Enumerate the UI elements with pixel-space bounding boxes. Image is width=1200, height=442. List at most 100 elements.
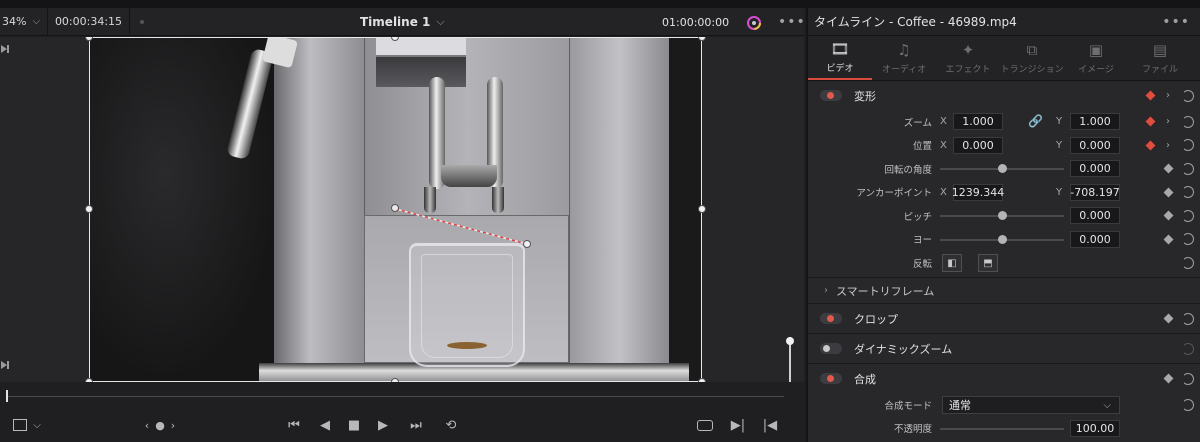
chevron-right-icon: › (170, 418, 176, 432)
reset-icon[interactable] (1182, 186, 1194, 198)
reset-icon[interactable] (1182, 312, 1194, 325)
tab-label: ファイル (1141, 65, 1178, 75)
flip-vertical-icon[interactable]: ⬒ (978, 254, 998, 272)
tab-file[interactable]: ▤ ファイル (1128, 36, 1192, 80)
chevron-down-icon: ⌵ (436, 15, 445, 28)
transition-icon: ⧉ (1026, 41, 1038, 59)
viewer-options-icon[interactable]: ••• (778, 8, 806, 36)
anchor-point-line (395, 208, 528, 245)
tab-video[interactable]: 🎞 ビデオ (808, 36, 872, 80)
chevron-down-icon: ⌵ (1103, 399, 1111, 411)
rotation-slider-knob[interactable] (997, 164, 1007, 173)
reset-icon[interactable] (1182, 209, 1194, 222)
keyframe-diamond-icon[interactable] (1145, 140, 1156, 150)
last-frame-icon[interactable]: |◀ (762, 416, 778, 434)
link-icon[interactable]: 🔗 (1028, 114, 1043, 128)
chevron-right-icon[interactable]: › (1164, 116, 1172, 127)
edit-point-nav[interactable]: ‹ ● › (140, 416, 180, 434)
tab-audio[interactable]: ♫ オーディオ (872, 36, 936, 80)
keyframe-diamond-icon[interactable] (1163, 313, 1174, 324)
dynamic-zoom-toggle[interactable] (820, 343, 842, 354)
yaw-slider-knob[interactable] (997, 234, 1007, 244)
opacity-slider[interactable] (940, 427, 1064, 430)
magic-wand-icon: ✦ (961, 41, 975, 59)
go-to-start-icon[interactable]: ⏮ (284, 416, 304, 434)
audio-level-handle[interactable] (786, 337, 794, 345)
zoom-dropdown[interactable]: 34% ⌵ (0, 7, 48, 36)
timeline-dropdown[interactable]: Timeline 1 ⌵ (360, 8, 445, 36)
film-icon: 🎞 (830, 40, 850, 58)
inspector-options-icon[interactable]: ••• (1162, 8, 1190, 36)
keyframe-diamond-icon[interactable] (1163, 210, 1174, 221)
dynamic-zoom-header[interactable]: ダイナミックズーム (808, 334, 1200, 363)
next-clip-icon[interactable]: ▶| (730, 416, 746, 434)
timeline-name: Timeline 1 (360, 15, 431, 29)
inspector-title: タイムライン - Coffee - 46989.mp4 (814, 15, 1017, 29)
keyframe-diamond-icon[interactable] (1163, 234, 1174, 244)
position-y-field[interactable]: 0.000 (1070, 136, 1120, 154)
reset-icon[interactable] (1182, 89, 1194, 102)
axis-label: X (940, 139, 947, 151)
reset-icon[interactable] (1182, 162, 1194, 175)
keyframe-diamond-icon[interactable] (1145, 116, 1156, 127)
match-frame-icon[interactable] (694, 416, 716, 434)
reset-icon[interactable] (1182, 139, 1194, 151)
zoom-x-field[interactable]: 1.000 (953, 113, 1003, 130)
yaw-row: ヨー 0.000 (808, 228, 1200, 252)
yaw-field[interactable]: 0.000 (1070, 230, 1120, 248)
tab-transition[interactable]: ⧉ トランジション (1000, 36, 1064, 80)
anchor-y-field[interactable]: -708.197 (1070, 183, 1120, 201)
pitch-row: ピッチ 0.000 (808, 204, 1200, 228)
reset-icon[interactable] (1182, 342, 1194, 355)
opacity-field[interactable]: 100.00 (1070, 419, 1120, 437)
tab-label: オーディオ (881, 65, 927, 75)
anchor-point-handle[interactable] (391, 204, 399, 212)
playhead[interactable] (6, 390, 8, 402)
loop-icon[interactable]: ⟲ (440, 416, 462, 434)
crop-header[interactable]: クロップ (808, 304, 1200, 333)
scrub-track[interactable] (8, 396, 784, 397)
chevron-right-icon[interactable]: › (1164, 140, 1172, 151)
zoom-value: 34% (2, 15, 27, 28)
pitch-slider-knob[interactable] (997, 211, 1007, 220)
tab-effects[interactable]: ✦ エフェクト (936, 36, 1000, 80)
scrubber[interactable] (0, 382, 804, 408)
transform-header[interactable]: 変形 › (808, 81, 1200, 110)
tab-label: トランジション (1000, 65, 1064, 75)
reset-icon[interactable] (1182, 398, 1194, 411)
pitch-field[interactable]: 0.000 (1070, 207, 1120, 224)
reset-icon[interactable] (1182, 256, 1194, 269)
keyframe-diamond-icon[interactable] (1163, 163, 1174, 174)
play-reverse-icon[interactable]: ◀ (318, 416, 332, 434)
music-note-icon: ♫ (897, 41, 911, 59)
rotation-field[interactable]: 0.000 (1070, 160, 1120, 177)
tab-image[interactable]: ▣ イメージ (1064, 36, 1128, 80)
stop-icon[interactable]: ■ (346, 416, 362, 434)
composite-header[interactable]: 合成 (808, 364, 1200, 393)
axis-label: Y (1056, 139, 1063, 151)
flip-horizontal-icon[interactable]: ◧ (942, 254, 962, 272)
reset-icon[interactable] (1182, 115, 1194, 128)
video-viewer[interactable] (0, 37, 804, 382)
composite-section: 合成 合成モード 通常 ⌵ 不透明度 100.00 (808, 364, 1200, 440)
reset-icon[interactable] (1182, 372, 1194, 385)
composite-mode-dropdown[interactable]: 通常 ⌵ (942, 396, 1120, 414)
position-x-field[interactable]: 0.000 (953, 136, 1003, 154)
color-wheel-icon[interactable] (746, 15, 762, 31)
center-point-handle[interactable] (523, 240, 531, 248)
keyframe-diamond-icon[interactable] (1163, 187, 1174, 197)
anchor-x-field[interactable]: 1239.344 (952, 183, 1004, 201)
viewer-mode-dropdown[interactable]: ⌵ (10, 416, 44, 434)
transform-toggle[interactable] (820, 90, 842, 101)
keyframe-diamond-icon[interactable] (1145, 90, 1156, 101)
axis-label: X (940, 116, 947, 127)
keyframe-diamond-icon[interactable] (1163, 373, 1174, 384)
reset-icon[interactable] (1182, 233, 1194, 245)
composite-toggle[interactable] (820, 373, 842, 384)
zoom-y-field[interactable]: 1.000 (1070, 113, 1120, 130)
crop-toggle[interactable] (820, 313, 842, 324)
smart-reframe-header[interactable]: › スマートリフレーム (808, 277, 1200, 303)
play-icon[interactable]: ▶ (376, 416, 390, 434)
chevron-right-icon[interactable]: › (1164, 90, 1172, 101)
go-to-end-icon[interactable]: ⏭ (406, 416, 426, 434)
